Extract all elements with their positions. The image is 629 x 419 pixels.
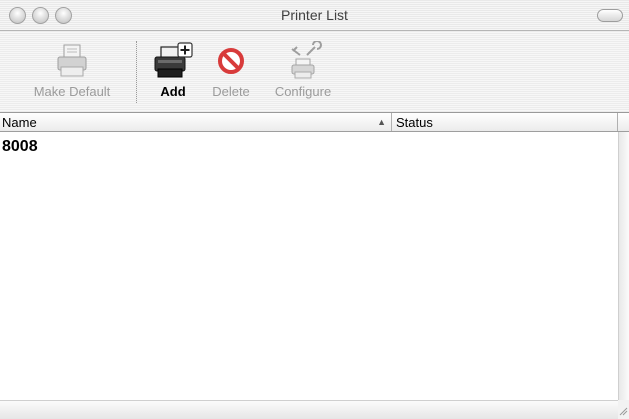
configure-button[interactable]: Configure	[264, 41, 342, 99]
table-header: Name ▲ Status	[0, 113, 629, 132]
resize-grip-icon	[619, 407, 628, 416]
delete-icon	[218, 48, 244, 74]
horizontal-scrollbar[interactable]	[0, 400, 618, 419]
printer-table: 8008	[0, 132, 618, 400]
column-header-name-label: Name	[2, 115, 37, 130]
toolbar-separator	[136, 41, 138, 103]
printer-name-cell: 8008	[2, 138, 38, 155]
table-row[interactable]: 8008	[0, 138, 618, 158]
column-header-status[interactable]: Status	[393, 113, 618, 131]
vertical-scrollbar[interactable]	[618, 132, 629, 400]
sort-ascending-icon: ▲	[377, 117, 386, 127]
column-header-status-label: Status	[396, 115, 433, 130]
toolbar: Make Default Add Delete Configure	[0, 31, 629, 113]
make-default-button[interactable]: Make Default	[20, 41, 124, 99]
toolbar-toggle-button[interactable]	[597, 9, 623, 22]
delete-button[interactable]: Delete	[205, 41, 257, 99]
add-printer-icon	[154, 42, 193, 78]
title-bar[interactable]: Printer List	[0, 0, 629, 31]
make-default-label: Make Default	[33, 84, 111, 99]
add-label: Add	[160, 84, 186, 99]
resize-grip[interactable]	[618, 400, 629, 419]
column-header-name[interactable]: Name ▲	[0, 113, 392, 131]
configure-tools-icon	[291, 41, 322, 79]
delete-label: Delete	[212, 84, 250, 99]
printer-list-window: Printer List Make Default Add Delete Con…	[0, 0, 629, 419]
window-title: Printer List	[281, 7, 348, 23]
printer-icon	[57, 44, 87, 77]
configure-label: Configure	[274, 84, 332, 99]
add-button[interactable]: Add	[150, 41, 196, 99]
